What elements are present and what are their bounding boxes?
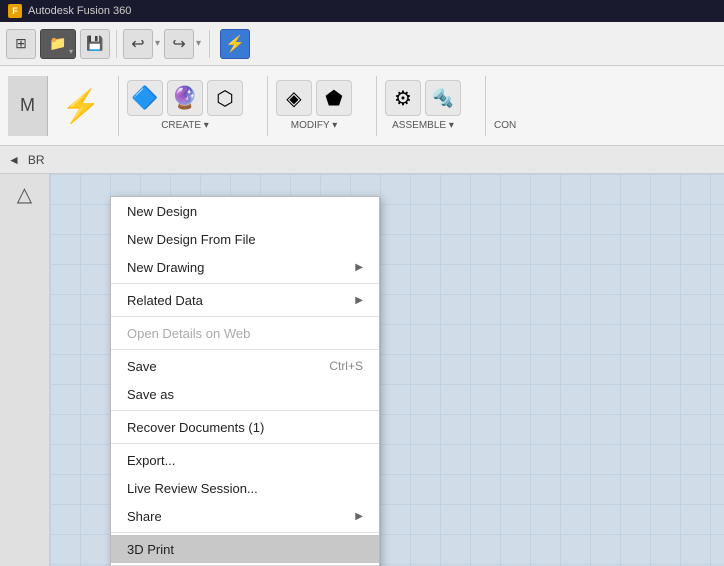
menu-item-new-drawing[interactable]: New Drawing ▶ bbox=[111, 253, 379, 281]
fusion-ribbon-icon: ⚡ bbox=[56, 76, 106, 136]
modify-icon-1[interactable]: ◈ bbox=[276, 80, 312, 116]
menu-separator bbox=[111, 349, 379, 350]
divider1 bbox=[116, 30, 117, 58]
menu-item-new-design[interactable]: New Design bbox=[111, 197, 379, 225]
dropdown-menu: New Design New Design From File New Drawin… bbox=[110, 196, 380, 566]
menu-item-save[interactable]: Save Ctrl+S bbox=[111, 352, 379, 380]
ribbon-divider3 bbox=[376, 76, 377, 136]
assemble-icon-1[interactable]: ⚙ bbox=[385, 80, 421, 116]
menu-separator bbox=[111, 316, 379, 317]
ribbon-divider2 bbox=[267, 76, 268, 136]
ribbon-group-assemble: ⚙ 🔩 ASSEMBLE ▾ bbox=[385, 80, 461, 131]
menu-item-arrow-new-drawing: ▶ bbox=[355, 262, 363, 273]
menu-item-label-share: Share bbox=[127, 509, 162, 524]
app-title: Autodesk Fusion 360 bbox=[28, 5, 131, 17]
save-button[interactable]: 💾 bbox=[80, 29, 110, 59]
canvas-area: New Design New Design From File New Drawin… bbox=[50, 174, 724, 566]
ribbon-divider1 bbox=[118, 76, 119, 136]
menu-item-recover-documents[interactable]: Recover Documents (1) bbox=[111, 413, 379, 441]
menu-item-share[interactable]: Share ▶ bbox=[111, 502, 379, 530]
fusion-icon: ⚡ bbox=[225, 34, 245, 54]
redo-arrow: ▾ bbox=[196, 38, 201, 49]
save-icon: 💾 bbox=[86, 35, 103, 52]
toolbar: ⊞ 📁 ▾ 💾 ↩ ▾ ↪ ▾ ⚡ bbox=[0, 22, 724, 66]
nav-arrow-icon: M bbox=[20, 95, 35, 116]
menu-separator bbox=[111, 283, 379, 284]
ribbon-group-create: 🔷 🔮 ⬡ CREATE ▾ bbox=[127, 80, 243, 131]
menu-item-save-as[interactable]: Save as bbox=[111, 380, 379, 408]
ribbon: M ⚡ 🔷 🔮 ⬡ CREATE ▾ ◈ ⬟ MODIFY ▾ ⚙ 🔩 bbox=[0, 66, 724, 146]
left-panel: △ bbox=[0, 174, 50, 566]
menu-item-label-3d-print: 3D Print bbox=[127, 542, 174, 557]
menu-separator bbox=[111, 443, 379, 444]
create-icons: 🔷 🔮 ⬡ bbox=[127, 80, 243, 116]
menu-item-label-new-drawing: New Drawing bbox=[127, 260, 204, 275]
menu-item-shortcut-save: Ctrl+S bbox=[329, 359, 363, 373]
main-content: △ New Design New Design From File New Draw… bbox=[0, 174, 724, 566]
undo-icon: ↩ bbox=[131, 34, 144, 54]
grid-icon: ⊞ bbox=[15, 35, 27, 52]
breadcrumb-text: BR bbox=[28, 153, 45, 167]
assemble-icons: ⚙ 🔩 bbox=[385, 80, 461, 116]
create-icon-1[interactable]: 🔷 bbox=[127, 80, 163, 116]
ribbon-group-modify: ◈ ⬟ MODIFY ▾ bbox=[276, 80, 352, 131]
fusion-button[interactable]: ⚡ bbox=[220, 29, 250, 59]
menu-item-label-live-review: Live Review Session... bbox=[127, 481, 258, 496]
file-menu-button[interactable]: 📁 ▾ bbox=[40, 29, 76, 59]
menu-item-label-export: Export... bbox=[127, 453, 175, 468]
breadcrumb-back-icon[interactable]: ◄ bbox=[8, 153, 20, 167]
breadcrumb-bar: ◄ BR bbox=[0, 146, 724, 174]
menu-item-3d-print[interactable]: 3D Print bbox=[111, 535, 379, 563]
menu-item-label-new-design-from-file: New Design From File bbox=[127, 232, 256, 247]
title-bar: F Autodesk Fusion 360 bbox=[0, 0, 724, 22]
menu-item-label-new-design: New Design bbox=[127, 204, 197, 219]
menu-item-label-related-data: Related Data bbox=[127, 293, 203, 308]
file-icon: 📁 bbox=[49, 35, 66, 52]
create-icon-2[interactable]: 🔮 bbox=[167, 80, 203, 116]
nav-panel-toggle[interactable]: M bbox=[8, 76, 48, 136]
tree-icon: △ bbox=[4, 182, 45, 207]
fusion-large-icon: ⚡ bbox=[61, 87, 101, 125]
undo-arrow: ▾ bbox=[155, 38, 160, 49]
menu-item-new-design-from-file[interactable]: New Design From File bbox=[111, 225, 379, 253]
menu-item-export[interactable]: Export... bbox=[111, 446, 379, 474]
divider2 bbox=[209, 30, 210, 58]
menu-item-label-open-details: Open Details on Web bbox=[127, 326, 250, 341]
create-icon-3[interactable]: ⬡ bbox=[207, 80, 243, 116]
ribbon-group-con: CON bbox=[494, 80, 516, 131]
menu-separator bbox=[111, 532, 379, 533]
left-panel-content: △ bbox=[0, 174, 49, 223]
assemble-icon-2[interactable]: 🔩 bbox=[425, 80, 461, 116]
modify-icons: ◈ ⬟ bbox=[276, 80, 352, 116]
con-label: CON bbox=[494, 120, 516, 131]
menu-item-label-recover-documents: Recover Documents (1) bbox=[127, 420, 264, 435]
undo-button[interactable]: ↩ bbox=[123, 29, 153, 59]
menu-item-arrow-related-data: ▶ bbox=[355, 295, 363, 306]
modify-icon-2[interactable]: ⬟ bbox=[316, 80, 352, 116]
menu-item-label-save: Save bbox=[127, 359, 157, 374]
menu-item-related-data[interactable]: Related Data ▶ bbox=[111, 286, 379, 314]
redo-icon: ↪ bbox=[172, 34, 185, 54]
menu-item-label-save-as: Save as bbox=[127, 387, 174, 402]
modify-label[interactable]: MODIFY ▾ bbox=[291, 120, 338, 131]
assemble-label[interactable]: ASSEMBLE ▾ bbox=[392, 120, 454, 131]
redo-button[interactable]: ↪ bbox=[164, 29, 194, 59]
menu-item-live-review[interactable]: Live Review Session... bbox=[111, 474, 379, 502]
create-label[interactable]: CREATE ▾ bbox=[161, 120, 209, 131]
menu-item-arrow-share: ▶ bbox=[355, 511, 363, 522]
ribbon-divider4 bbox=[485, 76, 486, 136]
menu-separator bbox=[111, 410, 379, 411]
grid-button[interactable]: ⊞ bbox=[6, 29, 36, 59]
app-icon: F bbox=[8, 4, 22, 18]
menu-item-open-details: Open Details on Web bbox=[111, 319, 379, 347]
